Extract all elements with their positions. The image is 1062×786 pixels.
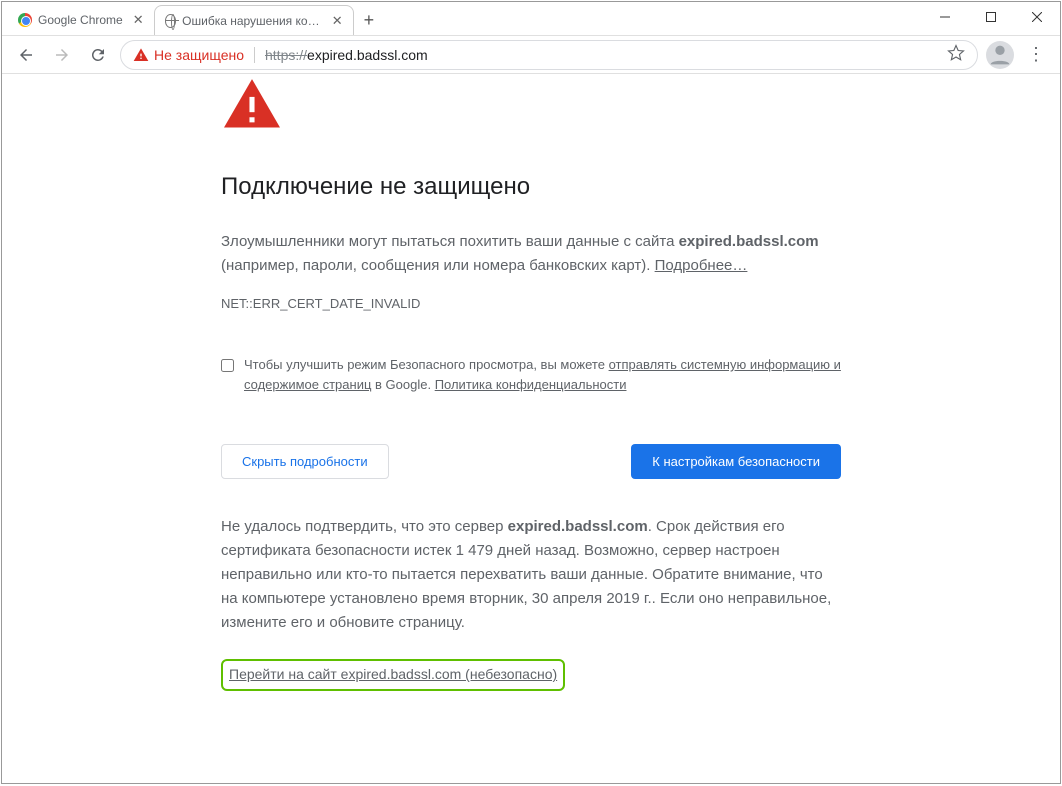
warning-paragraph: Злоумышленники могут пытаться похитить в… [221,230,841,278]
opt-in-label: Чтобы улучшить режим Безопасного просмот… [244,355,841,394]
profile-avatar[interactable] [986,41,1014,69]
error-code: NET::ERR_CERT_DATE_INVALID [221,294,841,315]
security-indicator[interactable]: Не защищено [133,47,244,63]
minimize-button[interactable] [922,2,968,32]
warning-triangle-icon [221,74,841,138]
page-heading: Подключение не защищено [221,168,841,206]
hide-details-button[interactable]: Скрыть подробности [221,444,389,479]
back-button[interactable] [12,41,40,69]
privacy-policy-link[interactable]: Политика конфиденциальности [435,377,627,392]
proceed-unsafe-link[interactable]: Перейти на сайт expired.badssl.com (небе… [229,666,557,682]
close-icon[interactable]: ✕ [332,13,343,29]
opt-in-checkbox[interactable] [221,358,234,373]
page-content-scroll[interactable]: Подключение не защищено Злоумышленники м… [2,74,1060,783]
tab-strip: Google Chrome ✕ Ошибка нарушения конфиде… [2,2,384,35]
new-tab-button[interactable]: + [354,5,385,35]
close-button[interactable] [1014,2,1060,32]
forward-button[interactable] [48,41,76,69]
bookmark-star-icon[interactable] [947,44,965,65]
toolbar: Не защищено https://expired.badssl.com ⋮ [2,36,1060,74]
tab-title: Ошибка нарушения конфиденц [182,14,322,28]
tab-title: Google Chrome [38,13,123,27]
learn-more-link[interactable]: Подробнее… [655,257,748,274]
titlebar: Google Chrome ✕ Ошибка нарушения конфиде… [2,2,1060,36]
tab-google-chrome[interactable]: Google Chrome ✕ [8,5,154,35]
divider [254,47,255,63]
maximize-button[interactable] [968,2,1014,32]
reload-button[interactable] [84,41,112,69]
address-bar[interactable]: Не защищено https://expired.badssl.com [120,40,978,70]
proceed-highlight: Перейти на сайт expired.badssl.com (небе… [221,659,565,691]
browser-window: Google Chrome ✕ Ошибка нарушения конфиде… [1,1,1061,784]
button-row: Скрыть подробности К настройкам безопасн… [221,444,841,479]
opt-in-row: Чтобы улучшить режим Безопасного просмот… [221,355,841,394]
tab-privacy-error[interactable]: Ошибка нарушения конфиденц ✕ [154,5,354,35]
security-interstitial: Подключение не защищено Злоумышленники м… [221,74,841,783]
back-to-safety-button[interactable]: К настройкам безопасности [631,444,841,479]
window-controls [922,2,1060,32]
warning-triangle-icon [133,47,149,63]
security-label: Не защищено [154,47,244,63]
close-icon[interactable]: ✕ [133,12,144,28]
chrome-icon [18,13,32,27]
details-paragraph: Не удалось подтвердить, что это сервер e… [221,515,841,635]
globe-icon [165,14,177,28]
url-text: https://expired.badssl.com [265,47,428,63]
menu-button[interactable]: ⋮ [1022,41,1050,69]
